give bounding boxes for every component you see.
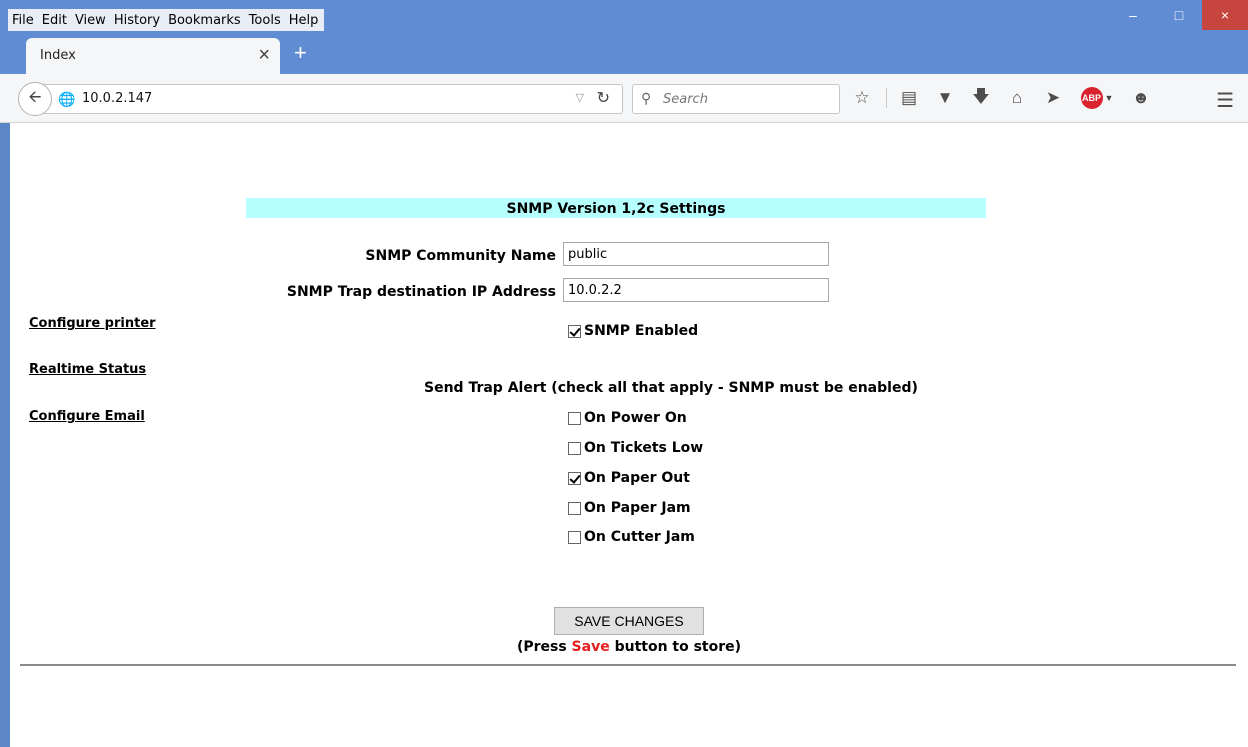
- menu-file[interactable]: File: [12, 13, 34, 28]
- search-icon: ⚲: [641, 90, 652, 106]
- alert-power-on-checkbox[interactable]: [568, 411, 581, 425]
- alert-option-label: On Paper Jam: [584, 500, 691, 516]
- sidebar-link-realtime-status[interactable]: Realtime Status: [29, 362, 146, 377]
- navigation-bar: 🌐 10.0.2.147 ▽ ↻ 🡨 ⚲ Search ☆ ▤ ▼ 🡇 ⌂ ➤ …: [0, 74, 1248, 123]
- snmp-enabled-label: SNMP Enabled: [584, 323, 699, 339]
- menu-bar: File Edit View History Bookmarks Tools H…: [8, 9, 325, 31]
- alert-option-row[interactable]: On Cutter Jam: [568, 529, 695, 545]
- snmp-enabled-row[interactable]: SNMP Enabled: [568, 323, 698, 339]
- menu-help[interactable]: Help: [289, 13, 319, 28]
- tab-close-icon[interactable]: ×: [258, 44, 270, 66]
- back-button[interactable]: 🡨: [18, 82, 52, 116]
- url-bar[interactable]: 🌐 10.0.2.147 ▽ ↻: [34, 84, 623, 114]
- tab-strip: Index × +: [0, 36, 1248, 74]
- save-note-prefix: (Press: [516, 639, 572, 655]
- adblock-plus-button[interactable]: ABP ▼: [1077, 86, 1117, 110]
- snmp-enabled-checkbox[interactable]: [568, 324, 581, 338]
- divider: [20, 664, 1236, 666]
- toolbar-separator: [886, 88, 887, 108]
- menu-view[interactable]: View: [75, 13, 106, 28]
- new-tab-icon[interactable]: +: [294, 40, 307, 66]
- search-bar[interactable]: ⚲ Search: [632, 84, 840, 114]
- alert-option-label: On Power On: [584, 410, 687, 426]
- url-text[interactable]: 10.0.2.147: [82, 91, 152, 106]
- save-note-highlight: Save: [571, 639, 610, 655]
- globe-icon: 🌐: [58, 91, 76, 107]
- sidebar-link-configure-printer[interactable]: Configure printer: [29, 316, 156, 331]
- menu-edit[interactable]: Edit: [42, 13, 67, 28]
- community-name-input[interactable]: [563, 242, 829, 266]
- alert-option-row[interactable]: On Paper Jam: [568, 500, 691, 516]
- alert-cutter-jam-checkbox[interactable]: [568, 530, 581, 544]
- save-note: (Press Save button to store): [10, 639, 1248, 655]
- trap-ip-label: SNMP Trap destination IP Address: [286, 284, 556, 300]
- alert-paper-jam-checkbox[interactable]: [568, 501, 581, 515]
- section-heading: SNMP Version 1,2c Settings: [246, 198, 986, 218]
- adblock-plus-icon: ABP: [1080, 87, 1103, 109]
- alert-option-label: On Cutter Jam: [584, 529, 695, 545]
- alert-option-row[interactable]: On Paper Out: [568, 470, 690, 486]
- minimize-button[interactable]: –: [1110, 0, 1156, 30]
- trap-ip-input[interactable]: [563, 278, 829, 302]
- menu-bookmarks[interactable]: Bookmarks: [168, 13, 241, 28]
- menu-icon[interactable]: ☰: [1216, 88, 1234, 113]
- alert-option-row[interactable]: On Tickets Low: [568, 440, 703, 456]
- chat-icon[interactable]: ☻: [1129, 86, 1153, 110]
- maximize-button[interactable]: □: [1156, 0, 1202, 30]
- title-bar: File Edit View History Bookmarks Tools H…: [0, 0, 1248, 36]
- alert-paper-out-checkbox[interactable]: [568, 471, 581, 485]
- home-icon[interactable]: ⌂: [1005, 86, 1029, 110]
- close-window-button[interactable]: ×: [1202, 0, 1248, 30]
- sidebar-link-configure-email[interactable]: Configure Email: [29, 409, 145, 424]
- send-icon[interactable]: ➤: [1041, 86, 1065, 110]
- download-icon[interactable]: 🡇: [969, 86, 993, 110]
- tab-index[interactable]: Index ×: [26, 38, 280, 74]
- menu-tools[interactable]: Tools: [249, 13, 281, 28]
- window-controls: – □ ×: [1110, 0, 1248, 30]
- url-dropdown-icon[interactable]: ▽: [576, 91, 584, 104]
- trap-alert-label: Send Trap Alert (check all that apply - …: [424, 380, 918, 396]
- page-content: Configure printer Realtime Status Config…: [10, 123, 1248, 747]
- toolbar-icons: ☆ ▤ ▼ 🡇 ⌂ ➤ ABP ▼ ☻: [850, 86, 1165, 110]
- community-name-label: SNMP Community Name: [365, 248, 556, 264]
- alert-tickets-low-checkbox[interactable]: [568, 441, 581, 455]
- back-arrow-icon: 🡨: [28, 88, 42, 106]
- alert-option-label: On Paper Out: [584, 470, 690, 486]
- alert-option-row[interactable]: On Power On: [568, 410, 687, 426]
- save-note-suffix: button to store): [609, 639, 742, 655]
- reading-list-icon[interactable]: ▤: [897, 86, 921, 110]
- pocket-icon[interactable]: ▼: [933, 86, 957, 110]
- alert-option-label: On Tickets Low: [584, 440, 704, 456]
- bookmark-star-icon[interactable]: ☆: [850, 86, 874, 110]
- tab-title: Index: [40, 48, 76, 63]
- chevron-down-icon: ▼: [1104, 93, 1114, 103]
- reload-icon[interactable]: ↻: [597, 88, 610, 108]
- save-changes-button[interactable]: SAVE CHANGES: [554, 607, 704, 635]
- search-placeholder: Search: [663, 92, 708, 107]
- menu-history[interactable]: History: [114, 13, 160, 28]
